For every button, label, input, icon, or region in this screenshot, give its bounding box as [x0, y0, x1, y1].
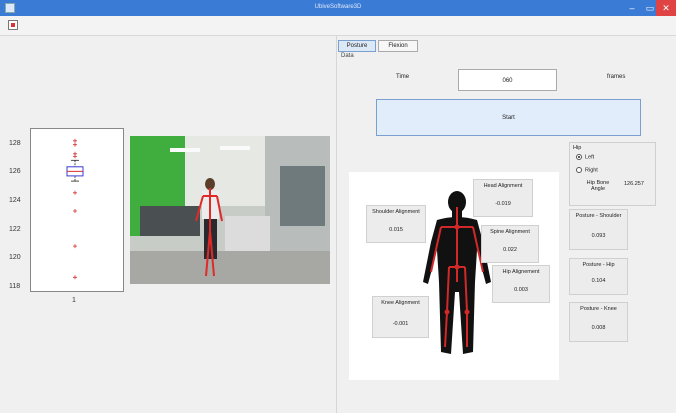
radio-unselected-icon: [576, 167, 582, 173]
y-tick-label: 126: [9, 168, 21, 175]
shoulder-alignment-label: Shoulder Alignment: [372, 209, 420, 215]
frames-unit-label: frames: [607, 74, 626, 80]
spine-alignment-value: 0.022: [503, 247, 517, 253]
y-tick-label: 120: [9, 254, 21, 261]
posture-shoulder-label: Posture - Shoulder: [575, 213, 622, 219]
start-button[interactable]: Start: [376, 99, 641, 136]
y-tick-label: 124: [9, 197, 21, 204]
posture-knee-box: Posture - Knee 0.008: [569, 302, 628, 342]
outlier-point: [73, 244, 77, 249]
window-title: UbiveSoftware3D: [314, 4, 362, 10]
close-button[interactable]: ✕: [656, 0, 676, 16]
hip-alignment-label: Hip Alignement: [502, 269, 540, 275]
posture-knee-value: 0.008: [591, 325, 606, 331]
shoulder-alignment-box: Shoulder Alignment 0.015: [366, 205, 426, 243]
time-input[interactable]: 060: [458, 69, 557, 91]
hip-alignment-box: Hip Alignement 0.003: [492, 265, 550, 303]
posture-hip-label: Posture - Hip: [582, 262, 615, 268]
posture-hip-value: 0.104: [591, 278, 606, 284]
head-alignment-label: Head Alignment: [483, 183, 523, 189]
tab-flexion[interactable]: Flexion: [378, 40, 418, 52]
hip-group: Hip Left Right Hip Bone Angle 126.257: [569, 142, 656, 206]
tab-posture[interactable]: Posture: [338, 40, 376, 52]
head-alignment-value: -0.019: [495, 201, 511, 207]
posture-knee-label: Posture - Knee: [580, 306, 617, 312]
toolbar-tool-icon[interactable]: [8, 20, 18, 30]
head-alignment-box: Head Alignment -0.019: [473, 179, 533, 217]
y-tick-label: 118: [9, 283, 21, 290]
outlier-point: [73, 138, 77, 143]
time-label: Time: [396, 74, 410, 80]
hip-left-label: Left: [585, 154, 595, 161]
outlier-point: [73, 154, 77, 159]
shoulder-alignment-value: 0.015: [389, 227, 403, 233]
toolbar: [0, 16, 676, 36]
hip-left-radio[interactable]: Left: [576, 154, 594, 160]
hip-right-radio[interactable]: Right: [576, 167, 598, 173]
knee-alignment-label: Knee Alignment: [381, 300, 420, 306]
posture-shoulder-value: 0.093: [591, 233, 606, 239]
boxplot-axes: [30, 128, 124, 292]
hip-bone-angle-label: Hip Bone Angle: [578, 180, 618, 192]
hip-bone-angle-value: 126.257: [624, 181, 644, 187]
hip-alignment-value: 0.003: [514, 287, 528, 293]
posture-shoulder-box: Posture - Shoulder 0.093: [569, 209, 628, 250]
spine-alignment-label: Spine Alignment: [490, 229, 530, 235]
camera-scene: [130, 136, 330, 284]
x-tick-label: 1: [72, 297, 76, 304]
hip-bone-angle-label-line2: Angle: [590, 186, 606, 192]
outlier-point: [73, 209, 77, 213]
hip-right-label: Right: [585, 167, 598, 174]
spine-alignment-box: Spine Alignment 0.022: [481, 225, 539, 263]
camera-feed-image: [130, 136, 330, 284]
knee-alignment-value: -0.001: [392, 321, 409, 327]
knee-alignment-box: Knee Alignment -0.001: [372, 296, 429, 338]
hip-group-title: Hip: [573, 145, 582, 151]
posture-hip-box: Posture - Hip 0.104: [569, 258, 628, 295]
radio-selected-icon: [576, 154, 582, 160]
outlier-point: [73, 190, 77, 195]
data-group-label: Data: [341, 53, 354, 59]
body-figure-panel: Head Alignment -0.019 Shoulder Alignment…: [349, 172, 559, 380]
boxplot-chart: [66, 138, 84, 280]
title-bar: UbiveSoftware3D – ▭ ✕: [0, 0, 676, 16]
y-tick-label: 128: [9, 140, 21, 147]
outlier-point: [73, 275, 77, 280]
y-tick-label: 122: [9, 226, 21, 233]
minimize-button[interactable]: –: [624, 0, 640, 16]
outlier-point: [73, 142, 77, 147]
